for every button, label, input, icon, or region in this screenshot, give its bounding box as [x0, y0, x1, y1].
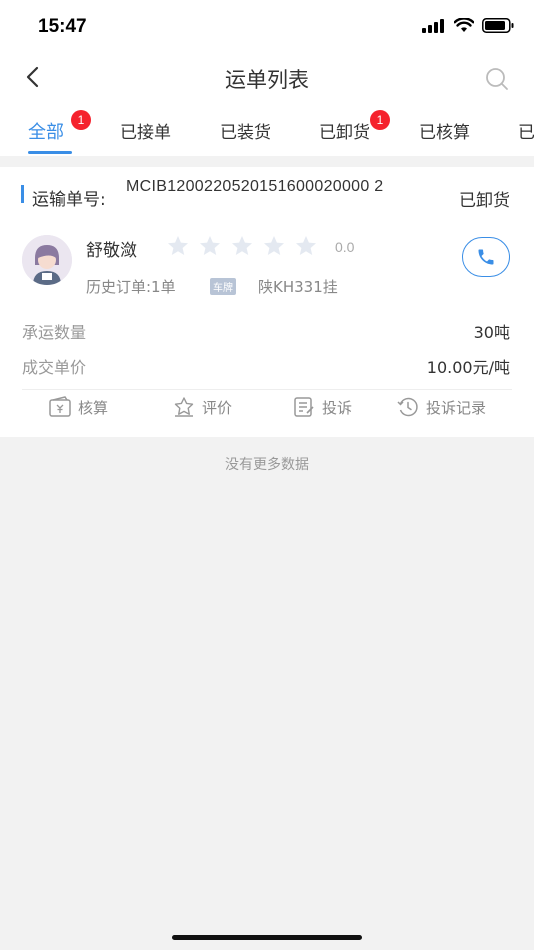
status-time: 15:47 [38, 16, 87, 37]
star-icon [264, 236, 284, 255]
license-plate: 陕KH331挂 [258, 278, 338, 296]
complaint-history-label: 投诉记录 [426, 398, 487, 417]
tab-active-indicator [28, 151, 72, 154]
star-icon [296, 236, 316, 255]
complaint-icon [294, 397, 314, 417]
complaint-history-button[interactable]: 投诉记录 [396, 396, 486, 418]
quantity-label: 承运数量 [22, 323, 87, 342]
phone-icon [478, 249, 494, 265]
tab-loaded[interactable]: 已装货 [220, 118, 271, 143]
order-card[interactable]: 运输单号: MCIB1200220520151600020000 2 已卸货 舒… [0, 167, 534, 437]
tab-more[interactable]: 已 [518, 118, 534, 143]
order-actions: 核算 评价 投诉 投诉记录 [0, 396, 534, 426]
accounting-icon [49, 396, 71, 417]
plate-tag: 车牌 [210, 278, 236, 295]
divider [22, 389, 512, 390]
star-icon [232, 236, 252, 255]
tab-settled[interactable]: 已核算 [419, 118, 470, 143]
tab-accepted[interactable]: 已接单 [120, 118, 171, 143]
tab-all-badge: 1 [71, 110, 91, 130]
driver-name: 舒敬潋 [86, 241, 137, 261]
rating-stars [166, 234, 318, 258]
page-title: 运单列表 [225, 68, 309, 92]
call-driver-button[interactable] [462, 237, 510, 277]
avatar [22, 235, 72, 285]
price-label: 成交单价 [22, 358, 87, 377]
search-icon [486, 68, 508, 90]
order-history: 历史订单:1单 [86, 278, 176, 296]
review-button[interactable]: 评价 [172, 396, 232, 418]
complaint-history-icon [397, 397, 418, 417]
complaint-label: 投诉 [322, 398, 353, 417]
home-indicator[interactable] [172, 935, 362, 940]
quantity-value: 30吨 [473, 323, 510, 342]
accounting-label: 核算 [78, 398, 109, 417]
battery-icon [482, 18, 514, 33]
review-icon [174, 397, 194, 417]
driver-avatar-icon [22, 235, 72, 285]
status-icons [422, 18, 514, 33]
rating-value: 0.0 [335, 239, 355, 255]
order-status: 已卸货 [459, 191, 510, 211]
signal-icon [422, 18, 444, 33]
complaint-button[interactable]: 投诉 [292, 396, 352, 418]
status-bar: 15:47 [0, 0, 534, 52]
review-label: 评价 [202, 398, 233, 417]
star-icon [168, 236, 188, 255]
search-button[interactable] [484, 66, 510, 92]
wifi-icon [454, 18, 474, 32]
status-tabs: 全部 1 已接单 已装货 已卸货 1 已核算 已 [0, 104, 534, 156]
price-value: 10.00元/吨 [426, 358, 510, 377]
tab-unloaded[interactable]: 已卸货 [319, 118, 370, 143]
no-more-data: 没有更多数据 [225, 457, 309, 473]
order-number: MCIB1200220520151600020000 2 [126, 178, 384, 195]
order-accent-bar [21, 185, 24, 203]
accounting-button[interactable]: 核算 [48, 396, 108, 418]
nav-bar: 运单列表 [0, 52, 534, 104]
tab-all[interactable]: 全部 [28, 118, 64, 144]
star-icon [200, 236, 220, 255]
order-number-label: 运输单号: [32, 190, 106, 210]
tab-unloaded-badge: 1 [370, 110, 390, 130]
